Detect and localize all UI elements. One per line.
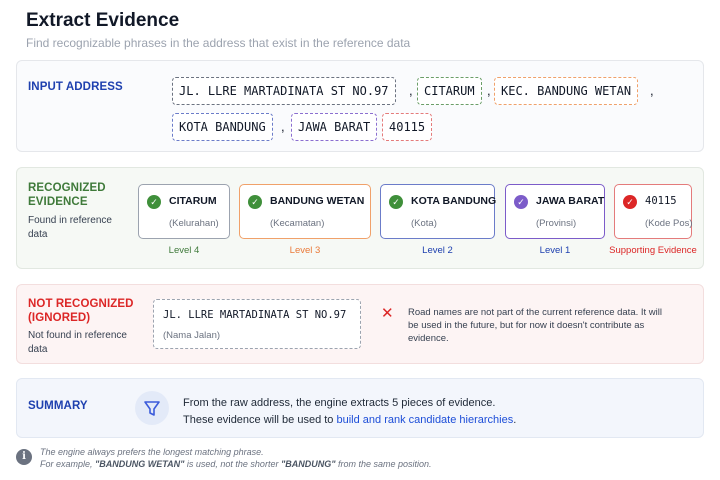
evidence-name: KOTA BANDUNG	[411, 195, 497, 207]
evidence-level: Level 1	[539, 245, 571, 256]
evidence-card-kota: ✓ KOTA BANDUNG (Kota)	[380, 184, 497, 239]
footnote-suffix: from the same position.	[335, 459, 432, 469]
address-token-kelurahan: CITARUM	[417, 77, 482, 105]
check-circle-icon: ✓	[389, 195, 403, 209]
not-recognized-label-line2: (IGNORED)	[28, 312, 91, 324]
evidence-level: Level 3	[289, 245, 321, 256]
footnote-line2: For example, "BANDUNG WETAN" is used, no…	[40, 458, 432, 470]
evidence-name: CITARUM	[169, 195, 217, 207]
summary-line1: From the raw address, the engine extract…	[183, 397, 496, 409]
footnote-prefix: For example,	[40, 459, 96, 469]
evidence-type: (Kecamatan)	[270, 218, 325, 229]
evidence-card-kelurahan: ✓ CITARUM (Kelurahan)	[138, 184, 230, 239]
x-icon: ✕	[381, 305, 394, 322]
evidence-name: JAWA BARAT	[536, 195, 605, 207]
recognized-desc: Found in reference data	[28, 215, 112, 240]
footnote: The engine always prefers the longest ma…	[40, 446, 432, 470]
input-address-label: INPUT ADDRESS	[28, 81, 123, 93]
address-token-kecamatan: KEC. BANDUNG WETAN	[494, 77, 639, 105]
input-address-panel: INPUT ADDRESS JL. LLRE MARTADINATA ST NO…	[16, 60, 704, 152]
evidence-type: (Kelurahan)	[169, 218, 219, 229]
summary-label: SUMMARY	[28, 400, 88, 412]
token-separator: ,	[281, 119, 285, 134]
not-recognized-panel: NOT RECOGNIZED (IGNORED) Not found in re…	[16, 284, 704, 364]
not-recognized-desc: Not found in reference data	[28, 330, 127, 355]
check-circle-icon: ✓	[147, 195, 161, 209]
address-token-road: JL. LLRE MARTADINATA ST NO.97	[172, 77, 396, 105]
road-type: (Nama Jalan)	[163, 330, 221, 341]
recognized-label-line1: RECOGNIZED	[28, 182, 106, 194]
road-name: JL. LLRE MARTADINATA ST NO.97	[163, 309, 347, 321]
evidence-card-kecamatan: ✓ BANDUNG WETAN (Kecamatan)	[239, 184, 371, 239]
evidence-level: Level 2	[422, 245, 453, 256]
summary-panel: SUMMARY From the raw address, the engine…	[16, 378, 704, 438]
summary-text: From the raw address, the engine extract…	[183, 395, 683, 429]
address-token-kodepos: 40115	[382, 113, 433, 141]
page-title: Extract Evidence	[26, 10, 180, 31]
token-separator: ,	[409, 83, 413, 98]
summary-line2: These evidence will be used to build and…	[183, 412, 683, 429]
evidence-level: Level 4	[168, 245, 200, 256]
recognized-label: RECOGNIZED EVIDENCE	[28, 181, 106, 209]
summary-line2-suffix: .	[513, 414, 517, 426]
footnote-long-phrase: "BANDUNG WETAN"	[95, 459, 185, 469]
filter-funnel-icon	[135, 391, 169, 425]
evidence-card-kodepos: ✓ 40115 (Kode Pos)	[614, 184, 693, 239]
evidence-name: 40115	[645, 195, 677, 207]
evidence-type: (Provinsi)	[536, 218, 577, 229]
check-circle-icon: ✓	[514, 195, 528, 209]
address-token-kota: KOTA BANDUNG	[172, 113, 273, 141]
not-recognized-label-line1: NOT RECOGNIZED	[28, 298, 134, 310]
footnote-mid: is used, not the shorter	[184, 459, 281, 469]
token-separator: ,	[650, 83, 654, 98]
summary-link[interactable]: build and rank candidate hierarchies	[336, 414, 513, 426]
not-recognized-label: NOT RECOGNIZED (IGNORED)	[28, 297, 134, 325]
footnote-short-phrase: "BANDUNG"	[280, 459, 336, 469]
page-subtitle: Find recognizable phrases in the address…	[26, 36, 411, 50]
evidence-card-provinsi: ✓ JAWA BARAT (Provinsi)	[505, 184, 605, 239]
token-separator: ,	[487, 83, 491, 98]
evidence-level: Supporting Evidence	[609, 245, 697, 256]
info-icon: i	[16, 449, 32, 465]
evidence-type: (Kota)	[411, 218, 437, 229]
footnote-line1: The engine always prefers the longest ma…	[40, 447, 264, 457]
address-token-provinsi: JAWA BARAT	[291, 113, 378, 141]
check-circle-icon: ✓	[248, 195, 262, 209]
road-name-box: JL. LLRE MARTADINATA ST NO.97 (Nama Jala…	[153, 299, 361, 349]
evidence-type: (Kode Pos)	[645, 218, 693, 229]
evidence-name: BANDUNG WETAN	[270, 195, 365, 207]
check-circle-icon: ✓	[623, 195, 637, 209]
summary-line2-prefix: These evidence will be used to	[183, 414, 337, 426]
not-recognized-explanation: Road names are not part of the current r…	[408, 307, 662, 344]
recognized-label-line2: EVIDENCE	[28, 196, 88, 208]
recognized-evidence-panel: RECOGNIZED EVIDENCE Found in reference d…	[16, 167, 704, 269]
